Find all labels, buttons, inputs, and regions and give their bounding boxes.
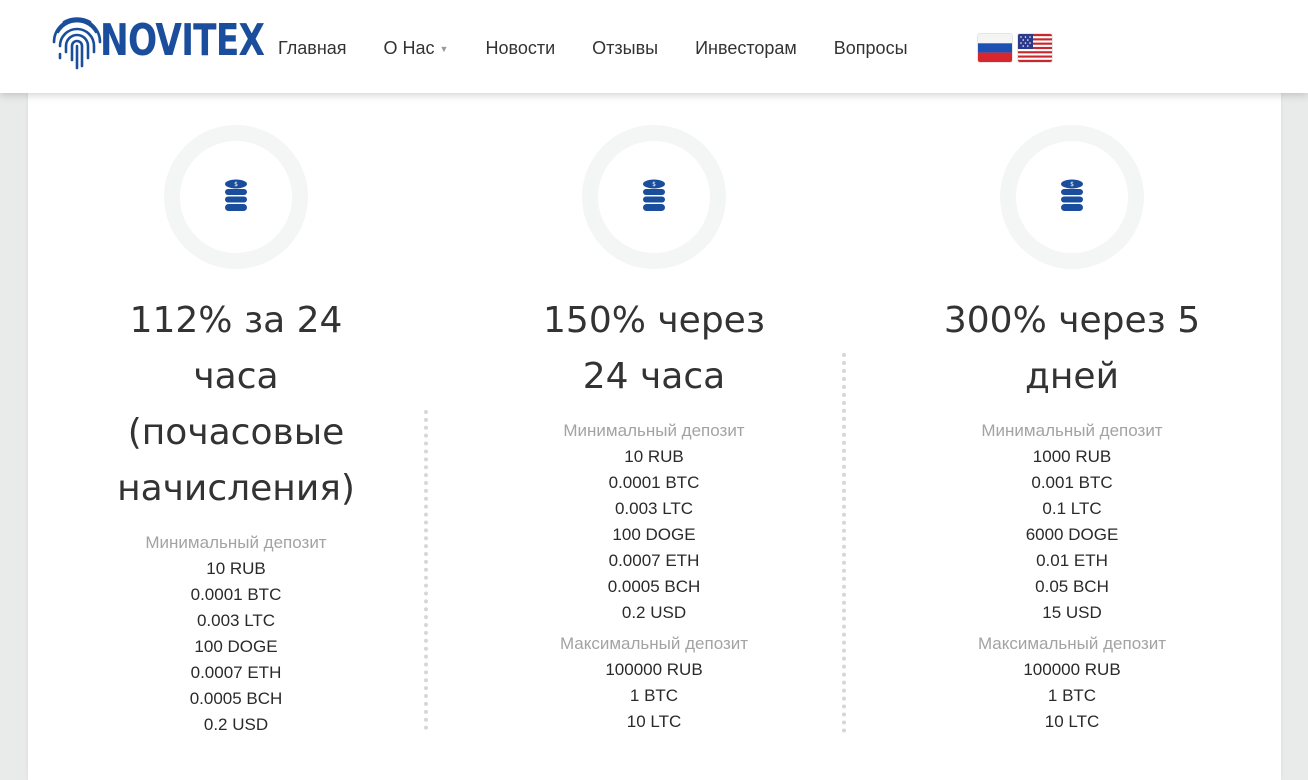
min-deposit-value: 10 RUB [206,559,266,578]
nav-item-investors[interactable]: Инвесторам [695,38,797,59]
plan-card-1: $ 112% за 24 часа (почасовые начисления)… [76,125,396,738]
max-deposit-value: 100000 RUB [1023,660,1121,679]
nav-item-faq[interactable]: Вопросы [834,38,908,59]
coins-stack-icon: $ [1061,179,1083,211]
fingerprint-logo-icon [52,17,102,70]
max-deposit-label: Максимальный депозит [559,634,749,653]
min-deposit-value: 0.0007 ETH [608,551,700,570]
plan-title: 150% через 24 часа [494,293,814,405]
min-deposit-value: 0.0001 BTC [608,473,700,492]
russia-flag-icon[interactable] [978,34,1012,62]
min-deposit-value: 0.001 BTC [1031,473,1113,492]
site-header: NOVITEX Главная О Нас ▼ Новости Отзывы Ин… [0,0,1308,93]
plan-title-line: начисления) [117,468,355,509]
coins-stack-icon: $ [643,179,665,211]
min-deposit-label: Минимальный депозит [145,533,327,552]
min-deposit-value: 15 USD [1042,603,1102,622]
brand-name: NOVITEX [100,15,265,66]
min-deposit-value: 10 RUB [624,447,684,466]
column-divider [842,353,846,733]
column-divider [424,410,428,730]
plan-title-line: 112% за 24 [129,300,343,341]
max-deposit-value: 1 BTC [629,686,679,705]
max-deposit-value: 10 LTC [626,712,682,731]
min-deposit-value: 0.1 LTC [1042,499,1102,518]
nav-item-about[interactable]: О Нас ▼ [384,38,449,59]
plan-card-3: $ 300% через 5 дней Минимальный депозит … [912,125,1232,735]
min-deposit-value: 1000 RUB [1032,447,1112,466]
min-deposit-value: 6000 DOGE [1025,525,1119,544]
nav-item-about-label: О Нас [383,38,435,58]
plan-title-line: 24 часа [582,356,726,397]
min-deposit-value: 0.0005 BCH [189,689,283,708]
plan-card-2: $ 150% через 24 часа Минимальный депозит… [494,125,814,735]
min-deposit-value: 0.003 LTC [196,611,276,630]
plan-title: 112% за 24 часа (почасовые начисления) [76,293,396,517]
plan-title: 300% через 5 дней [912,293,1232,405]
svg-text:$: $ [652,181,656,188]
nav-item-reviews[interactable]: Отзывы [592,38,658,59]
max-deposit-value: 10 LTC [1044,712,1100,731]
min-deposit-label: Минимальный депозит [563,421,745,440]
min-deposit-value: 0.0007 ETH [190,663,282,682]
min-deposit-value: 0.0005 BCH [607,577,701,596]
brand-logo[interactable]: NOVITEX [50,12,310,70]
plan-icon-ring: $ [164,125,308,269]
nav-item-home[interactable]: Главная [278,38,347,59]
usa-flag-icon[interactable] [1018,34,1052,62]
min-deposit-label: Минимальный депозит [981,421,1163,440]
main-nav: Главная О Нас ▼ Новости Отзывы Инвесторам… [278,38,945,59]
plan-title-line: часа [193,356,279,397]
max-deposit-value: 1 BTC [1047,686,1097,705]
min-deposit-value: 100 DOGE [194,637,278,656]
plans-section: $ 112% за 24 часа (почасовые начисления)… [28,80,1281,780]
caret-down-icon: ▼ [439,44,449,55]
min-deposit-value: 0.0001 BTC [190,585,282,604]
min-deposit-value: 0.2 USD [621,603,687,622]
plan-icon-ring: $ [582,125,726,269]
min-deposit-value: 100 DOGE [612,525,696,544]
plan-icon-ring: $ [1000,125,1144,269]
plan-title-line: дней [1025,356,1119,397]
plan-title-line: 300% через 5 [943,300,1201,341]
plan-title-line: 150% через [543,300,765,341]
svg-text:$: $ [1070,181,1074,188]
nav-item-news[interactable]: Новости [485,38,555,59]
max-deposit-label: Максимальный депозит [977,634,1167,653]
min-deposit-value: 0.05 BCH [1035,577,1109,596]
min-deposit-value: 0.01 ETH [1036,551,1108,570]
max-deposit-value: 100000 RUB [605,660,703,679]
language-switcher [978,34,1052,62]
svg-text:$: $ [234,181,238,188]
min-deposit-value: 0.2 USD [203,715,269,734]
coins-stack-icon: $ [225,179,247,211]
min-deposit-value: 0.003 LTC [614,499,694,518]
plan-title-line: (почасовые [127,412,345,453]
